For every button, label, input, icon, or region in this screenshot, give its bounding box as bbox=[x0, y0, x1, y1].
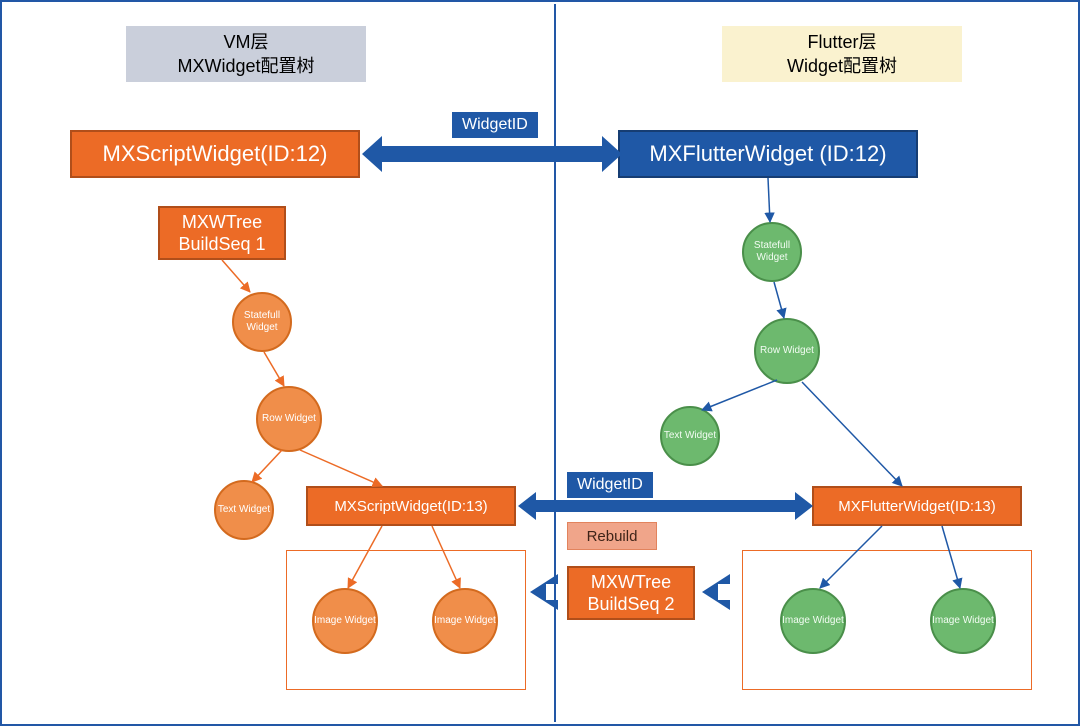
fl-stateful-widget: Statefull Widget bbox=[742, 222, 802, 282]
fl-row-widget: Row Widget bbox=[754, 318, 820, 384]
panel-title-flutter: Flutter层 Widget配置树 bbox=[722, 26, 962, 82]
circ-label: Image Widget bbox=[434, 615, 496, 627]
node-label: MXScriptWidget(ID:12) bbox=[103, 141, 328, 167]
node-rebuild: Rebuild bbox=[567, 522, 657, 550]
node-label: MXFlutterWidget(ID:13) bbox=[838, 498, 996, 515]
circ-label: Image Widget bbox=[932, 615, 994, 627]
node-mxscriptwidget-13: MXScriptWidget(ID:13) bbox=[306, 486, 516, 526]
panel-title-flutter-line2: Widget配置树 bbox=[722, 54, 962, 78]
label-widgetid-top: WidgetID bbox=[452, 112, 538, 138]
fl-text-widget: Text Widget bbox=[660, 406, 720, 466]
node-mxwtree-buildseq-1: MXWTree BuildSeq 1 bbox=[158, 206, 286, 260]
node-mxscriptwidget-12: MXScriptWidget(ID:12) bbox=[70, 130, 360, 178]
vm-image-widget-1: Image Widget bbox=[312, 588, 378, 654]
circ-label: Text Widget bbox=[664, 430, 716, 442]
vm-row-widget: Row Widget bbox=[256, 386, 322, 452]
circ-label: Text Widget bbox=[218, 504, 270, 516]
circ-label: Row Widget bbox=[262, 413, 316, 425]
label-widgetid-mid: WidgetID bbox=[567, 472, 653, 498]
circ-label: Image Widget bbox=[782, 615, 844, 627]
circ-label: Statefull Widget bbox=[744, 240, 800, 264]
panel-divider bbox=[554, 4, 556, 722]
circ-label: Image Widget bbox=[314, 615, 376, 627]
fl-image-widget-2: Image Widget bbox=[930, 588, 996, 654]
node-label: Rebuild bbox=[587, 528, 638, 545]
node-mxflutterwidget-12: MXFlutterWidget (ID:12) bbox=[618, 130, 918, 178]
vm-text-widget: Text Widget bbox=[214, 480, 274, 540]
node-label: MXFlutterWidget (ID:12) bbox=[649, 141, 886, 167]
node-label: MXScriptWidget(ID:13) bbox=[334, 498, 487, 515]
node-label-l2: BuildSeq 2 bbox=[587, 593, 674, 615]
panel-title-vm-line1: VM层 bbox=[126, 30, 366, 54]
vm-stateful-widget: Statefull Widget bbox=[232, 292, 292, 352]
circ-label: Statefull Widget bbox=[234, 310, 290, 334]
node-label-l1: MXWTree bbox=[182, 211, 262, 233]
fl-image-widget-1: Image Widget bbox=[780, 588, 846, 654]
vm-image-widget-2: Image Widget bbox=[432, 588, 498, 654]
node-label-l1: MXWTree bbox=[591, 571, 671, 593]
panel-title-vm: VM层 MXWidget配置树 bbox=[126, 26, 366, 82]
node-label-l2: BuildSeq 1 bbox=[178, 233, 265, 255]
panel-title-vm-line2: MXWidget配置树 bbox=[126, 54, 366, 78]
node-mxwtree-buildseq-2: MXWTree BuildSeq 2 bbox=[567, 566, 695, 620]
panel-title-flutter-line1: Flutter层 bbox=[722, 30, 962, 54]
node-mxflutterwidget-13: MXFlutterWidget(ID:13) bbox=[812, 486, 1022, 526]
circ-label: Row Widget bbox=[760, 345, 814, 357]
diagram-canvas: VM层 MXWidget配置树 Flutter层 Widget配置树 MXScr… bbox=[0, 0, 1080, 726]
